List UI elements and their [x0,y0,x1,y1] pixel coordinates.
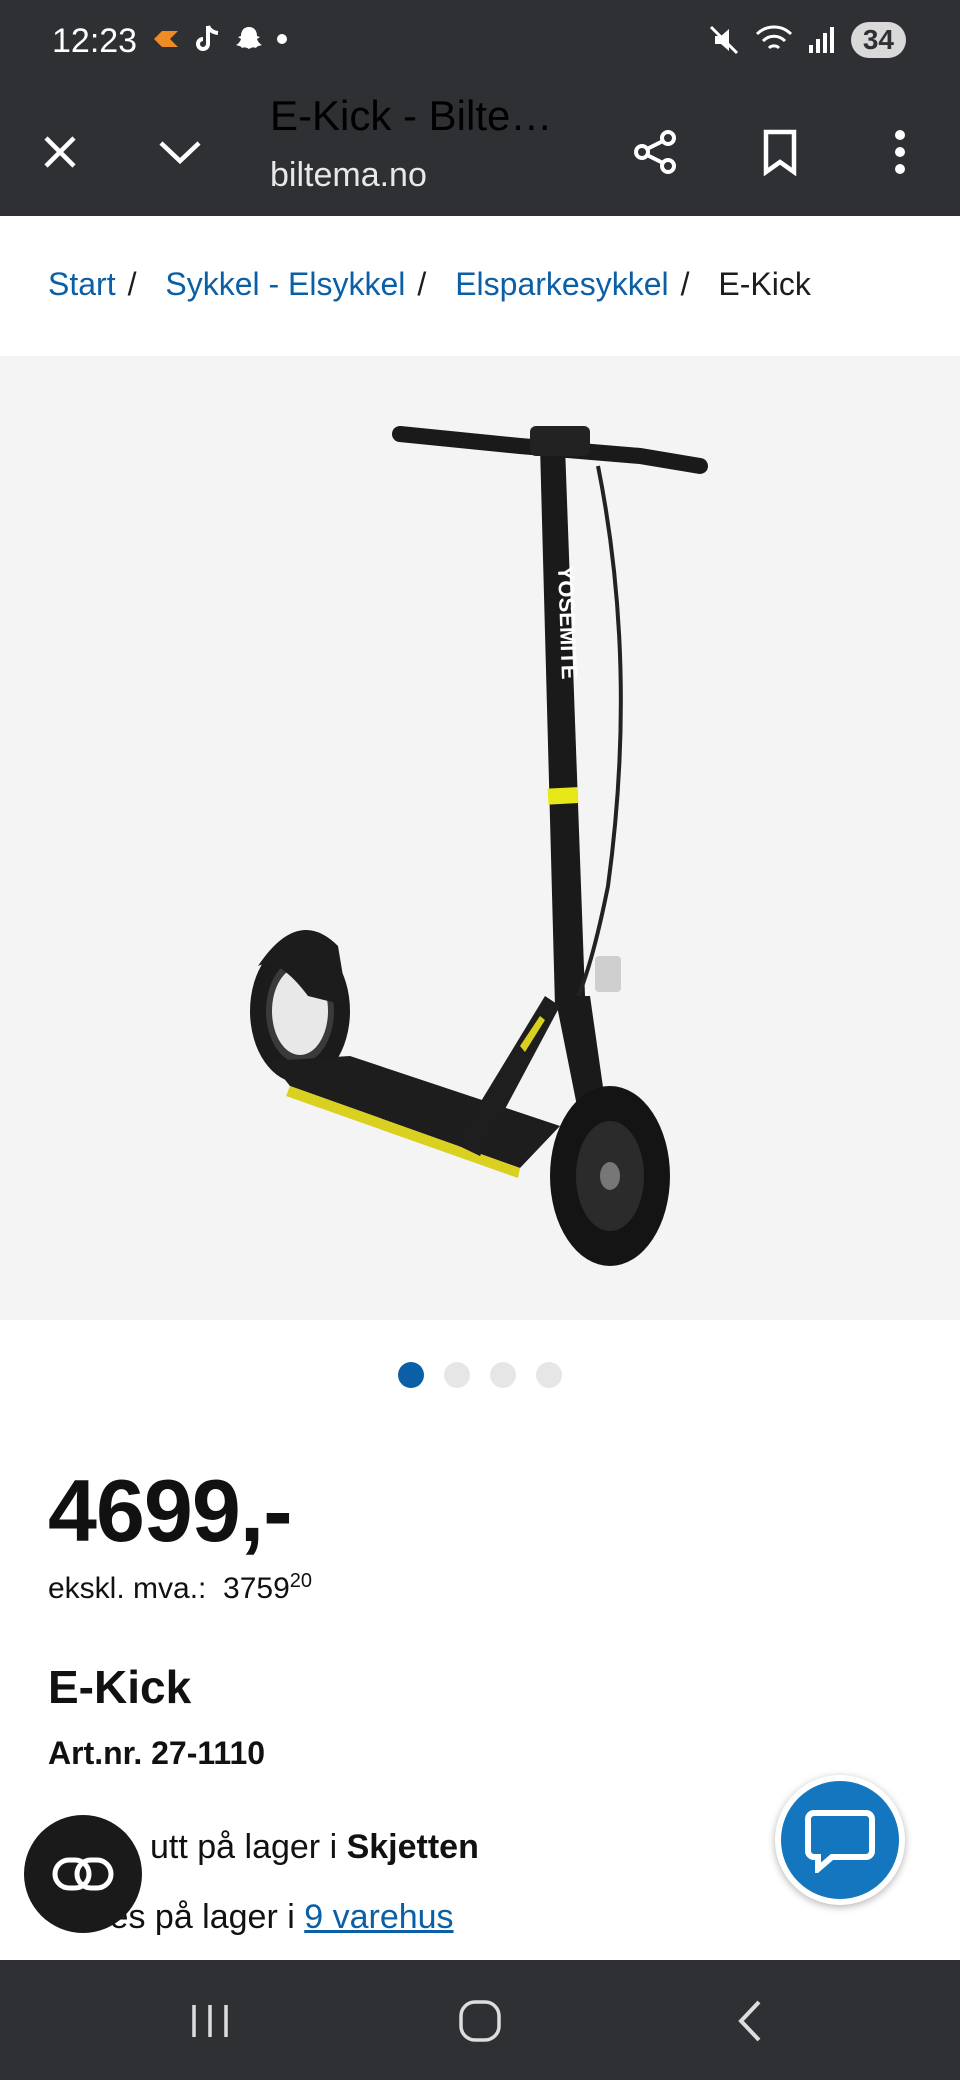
product-name: E-Kick [48,1661,192,1713]
system-navigation-bar [0,1960,960,2080]
link-chain-icon [52,1857,114,1891]
more-options-icon[interactable] [876,128,924,176]
stock-prefix: utt på lager i [150,1828,338,1866]
headlight [595,956,621,992]
carousel-dot-4[interactable] [536,1362,562,1388]
carousel-dot-3[interactable] [490,1362,516,1388]
chat-bubble-icon [805,1810,875,1873]
status-bar: 12:23 34 [0,0,960,88]
snapchat-icon [236,27,262,49]
scooter-brand-text: YOSEMITE [553,565,582,679]
bookmark-icon[interactable] [756,128,804,176]
signal-icon [808,27,834,53]
breadcrumb-current: E-Kick [718,266,811,302]
chat-button[interactable] [775,1775,905,1905]
breadcrumb-sykkel-elsykkel[interactable]: Sykkel - Elsykkel [165,266,405,302]
co-browse-button[interactable] [24,1815,142,1933]
article-number: Art.nr. 27-1110 [48,1735,266,1771]
back-icon[interactable] [720,1996,780,2046]
display [530,426,590,456]
front-wheel [550,1086,670,1266]
tiktok-icon [196,25,219,51]
carousel-dot-1[interactable] [398,1362,424,1388]
page-title: E-Kick - Bilte… [270,92,553,139]
notification-icons [150,24,288,54]
chevron-down-icon[interactable] [156,128,204,176]
status-right-icons: 34 [707,22,906,58]
breadcrumb-separator: / [680,266,690,302]
breadcrumb-separator: / [417,266,427,302]
share-icon[interactable] [632,128,680,176]
page-url: biltema.no [270,156,427,194]
wifi-icon [755,25,792,50]
price-ex-vat: ekskl. mva.: 375920 [48,1570,312,1606]
carousel-dot-2[interactable] [444,1362,470,1388]
status-time: 12:23 [52,22,138,60]
breadcrumb-elsparkesykkel[interactable]: Elsparkesykkel [455,266,668,302]
stem-stripe [547,787,579,805]
battery-indicator: 34 [850,22,906,58]
app-notification-icon [154,31,178,47]
stock-store-name: Skjetten [346,1828,479,1866]
mute-icon [709,25,738,55]
home-icon[interactable] [450,1996,510,2046]
close-icon[interactable] [36,128,84,176]
ex-vat-cents: 20 [289,1570,313,1592]
product-price: 4699,- [48,1461,293,1560]
breadcrumb-separator: / [127,266,137,302]
breadcrumb-start[interactable]: Start [48,266,116,302]
ex-vat-label: ekskl. mva.: [48,1572,207,1605]
product-image-carousel[interactable]: YOSEMITE [0,356,960,1320]
carousel-indicators [0,1362,960,1388]
stem [540,446,585,1006]
recent-apps-icon[interactable] [180,1996,240,2046]
ex-vat-main: 3759 [223,1572,290,1605]
scooter-image: YOSEMITE [250,426,708,1266]
breadcrumb: Start / Sykkel - Elsykkel / Elsparkesykkel… [48,266,811,303]
warehouses-link[interactable]: 9 varehus [304,1898,453,1936]
more-notifications-icon [277,34,287,44]
